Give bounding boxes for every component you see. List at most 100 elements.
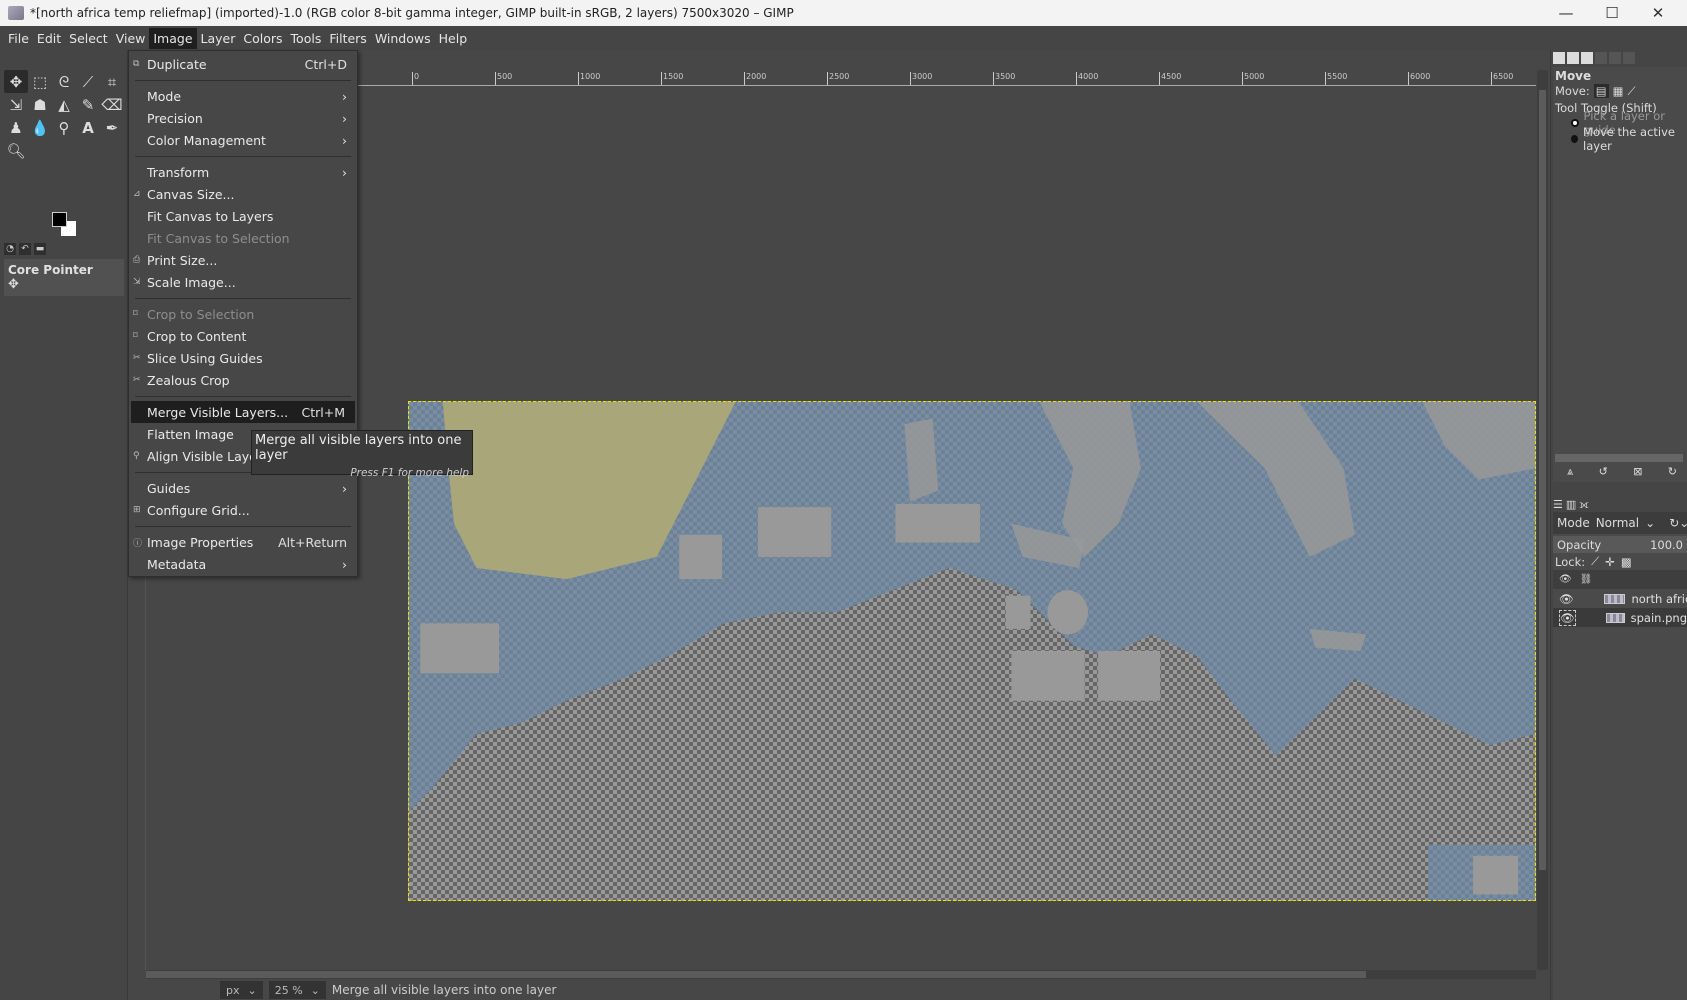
chevron-down-icon: ⌄	[247, 983, 257, 997]
menu-colors[interactable]: Colors	[239, 28, 286, 49]
paths-icon[interactable]: ⚲	[52, 116, 76, 139]
ruler-label: 3000	[910, 72, 932, 85]
lock-alpha-icon[interactable]: ▩	[1621, 555, 1632, 569]
fg-bg-color-swatch[interactable]	[52, 212, 82, 240]
delete-options-icon[interactable]: ⊠	[1633, 465, 1642, 479]
menu-item-image-properties[interactable]: ⓘ Image Properties Alt+Return	[129, 531, 357, 553]
pencil-icon[interactable]: ✎	[76, 93, 100, 116]
tool-options-tab-icon[interactable]	[1553, 52, 1565, 64]
menu-item-configure-grid[interactable]: ⊞ Configure Grid...	[129, 499, 357, 521]
chevron-right-icon: ›	[342, 110, 347, 126]
eye-icon[interactable]: 👁︎	[1559, 592, 1574, 606]
device-status-tab-icon[interactable]: ◔	[4, 243, 16, 255]
image-canvas[interactable]	[408, 401, 1536, 901]
menu-item-crop-to-content[interactable]: ⌑ Crop to Content	[129, 325, 357, 347]
ruler-label: 6500	[1491, 72, 1513, 85]
maximize-button[interactable]: ☐	[1589, 0, 1635, 26]
layers-panel: Mode Normal ⌄ ↻⌄ Opacity 100.0 Lock: ⟋ ✛ ▩ 👁︎ ⛓︎…	[1553, 512, 1687, 1000]
warp-tool-icon[interactable]: ☗	[28, 93, 52, 116]
menu-item-duplicate[interactable]: ⧉ Duplicate Ctrl+D	[129, 53, 357, 75]
menu-select[interactable]: Select	[65, 28, 112, 49]
menu-item-transform[interactable]: Transform ›	[129, 161, 357, 183]
horizontal-scrollbar[interactable]	[146, 970, 1536, 979]
menu-item-label: Slice Using Guides	[147, 350, 263, 366]
menu-item-merge-visible-layers[interactable]: Merge Visible Layers... Ctrl+M	[131, 401, 355, 423]
layer-row[interactable]: 👁︎ north africa temp reliefmap	[1553, 589, 1687, 608]
eye-icon[interactable]: 👁︎	[1559, 609, 1576, 626]
mode-select[interactable]: Mode Normal ⌄ ↻⌄	[1553, 512, 1687, 534]
menu-image[interactable]: Image	[149, 27, 197, 49]
menu-file[interactable]: File	[4, 28, 33, 49]
scale-icon: ⇲	[133, 277, 141, 287]
bucket-fill-icon[interactable]: ◭	[52, 93, 76, 116]
menu-item-zealous-crop[interactable]: ✂ Zealous Crop	[129, 369, 357, 391]
lasso-icon[interactable]: ᘓ	[52, 70, 76, 93]
fuzzy-select-icon[interactable]: ⟋	[76, 70, 100, 93]
move-tool-icon[interactable]: ✥	[4, 70, 28, 93]
menu-layer[interactable]: Layer	[197, 28, 240, 49]
images-tab-icon[interactable]: ▬	[34, 243, 46, 255]
unit-select[interactable]: px ⌄	[220, 981, 263, 999]
paint-tab-icon[interactable]	[1609, 52, 1621, 64]
device-tab-icon[interactable]	[1567, 52, 1579, 64]
layers-tab-icon[interactable]: ☰	[1553, 498, 1563, 512]
menu-view[interactable]: View	[112, 28, 150, 49]
move-layer-icon[interactable]: ▤	[1593, 84, 1609, 98]
menu-item-slice-using-guides[interactable]: ✂ Slice Using Guides	[129, 347, 357, 369]
info-icon: ⓘ	[133, 538, 143, 549]
undo-tab-icon[interactable]: ↶	[19, 243, 31, 255]
opacity-label: Opacity	[1557, 537, 1602, 552]
menu-tools[interactable]: Tools	[287, 28, 326, 49]
brushes-tab-icon[interactable]	[1595, 52, 1607, 64]
color-picker-icon[interactable]: ✒	[100, 116, 124, 139]
fonts-tab-icon[interactable]	[1581, 52, 1593, 64]
opacity-slider[interactable]: Opacity 100.0	[1553, 536, 1687, 553]
minimize-button[interactable]: —	[1543, 0, 1589, 26]
menu-item-canvas-size[interactable]: ⊿ Canvas Size...	[129, 183, 357, 205]
lock-pixels-icon[interactable]: ⟋	[1591, 554, 1599, 569]
menu-item-label: Transform	[147, 164, 210, 180]
move-selection-icon[interactable]: ▦	[1613, 84, 1624, 98]
status-bar: px ⌄ 25 % ⌄ Merge all visible layers into …	[128, 980, 1548, 1000]
menu-filters[interactable]: Filters	[325, 28, 370, 49]
menu-item-scale-image[interactable]: ⇲ Scale Image...	[129, 271, 357, 293]
menu-item-mode[interactable]: Mode ›	[129, 85, 357, 107]
chevron-right-icon: ›	[342, 480, 347, 496]
menu-item-guides[interactable]: Guides ›	[129, 477, 357, 499]
menu-help[interactable]: Help	[435, 28, 472, 49]
transform-tool-icon[interactable]: ⇲	[4, 93, 28, 116]
menu-item-fit-canvas-to-layers[interactable]: Fit Canvas to Layers	[129, 205, 357, 227]
menu-windows[interactable]: Windows	[371, 28, 435, 49]
lock-position-icon[interactable]: ✛	[1605, 555, 1615, 569]
vertical-scrollbar[interactable]	[1537, 70, 1548, 970]
text-tool-icon[interactable]: A	[76, 116, 100, 139]
menu-item-metadata[interactable]: Metadata ›	[129, 553, 357, 575]
menu-item-print-size[interactable]: ⎙ Print Size...	[129, 249, 357, 271]
patterns-tab-icon[interactable]	[1623, 52, 1635, 64]
save-options-icon[interactable]: ⩓	[1567, 465, 1573, 479]
paths-tab-icon[interactable]: ⟗	[1579, 498, 1589, 512]
zoom-select[interactable]: 25 % ⌄	[268, 981, 326, 999]
panel-scrollbar[interactable]	[1555, 454, 1683, 462]
crop-tool-icon[interactable]: ⌗	[100, 70, 124, 93]
reset-mode-icon[interactable]: ↻⌄	[1669, 516, 1687, 530]
channels-tab-icon[interactable]: ▥	[1566, 498, 1576, 512]
restore-options-icon[interactable]: ↺	[1599, 465, 1608, 479]
zoom-tool-icon[interactable]: 🔍︎	[4, 139, 28, 162]
radio-move-active[interactable]: Move the active layer	[1553, 125, 1687, 153]
menu-edit[interactable]: Edit	[33, 28, 65, 49]
chevron-down-icon: ⌄	[1645, 516, 1656, 530]
move-path-icon[interactable]: ⟋	[1627, 84, 1635, 99]
rect-select-icon[interactable]: ⬚	[28, 70, 52, 93]
layer-row-active[interactable]: 👁︎ spain.png	[1553, 608, 1687, 627]
menu-item-precision[interactable]: Precision ›	[129, 107, 357, 129]
menu-item-color-management[interactable]: Color Management ›	[129, 129, 357, 151]
eraser-icon[interactable]: ⌫	[100, 93, 124, 116]
visibility-header-icon: 👁︎	[1559, 574, 1572, 585]
reset-options-icon[interactable]: ↻	[1668, 465, 1677, 479]
close-button[interactable]: ✕	[1635, 0, 1681, 26]
clone-icon[interactable]: ♟	[4, 116, 28, 139]
ruler-label: 500	[495, 72, 512, 85]
gimp-icon	[8, 6, 24, 20]
smudge-icon[interactable]: 💧	[28, 116, 52, 139]
